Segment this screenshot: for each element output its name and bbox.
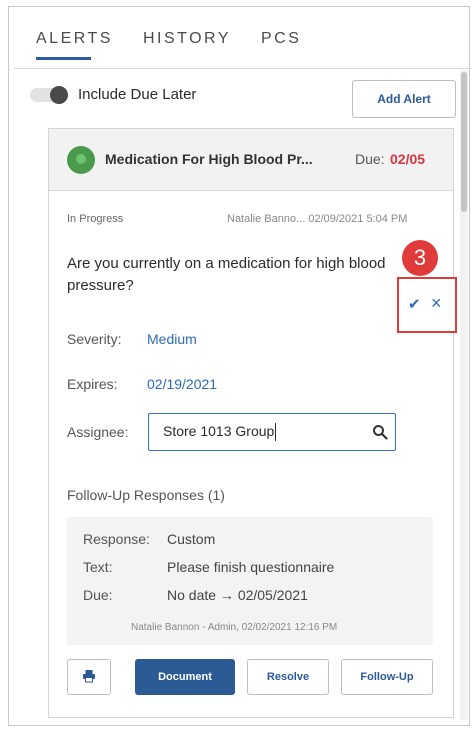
check-icon[interactable]: ✔ [408,295,421,313]
document-button[interactable]: Document [135,659,235,695]
assignee-input-text: Store 1013 Group [163,423,365,442]
tab-pcs[interactable]: PCS [261,30,301,60]
toggle-label: Include Due Later [78,86,197,103]
expires-label: Expires: [67,376,118,392]
due-date: 02/05 [390,151,426,167]
alert-card: Medication For High Blood Pr... Due: 02/… [48,128,454,718]
tab-alerts[interactable]: ALERTS [36,30,113,60]
follow-up-button[interactable]: Follow-Up [341,659,433,695]
severity-label: Severity: [67,331,122,347]
include-due-later-toggle-row: Include Due Later [30,85,197,104]
alert-card-header[interactable]: Medication For High Blood Pr... Due: 02/… [49,129,453,191]
print-button[interactable] [67,659,111,695]
response-value: Custom [167,531,216,547]
alert-author-timestamp: Natalie Banno... 02/09/2021 5:04 PM [227,213,408,225]
scrollbar-thumb[interactable] [461,72,467,212]
alert-status: In Progress [67,213,124,225]
assignee-edit-controls: ✔ × [397,277,457,333]
expires-value[interactable]: 02/19/2021 [147,376,217,392]
print-icon [82,669,96,686]
due-label: Due: [355,151,385,167]
severity-value[interactable]: Medium [147,331,197,347]
response-label: Response: [83,531,150,547]
assignee-label: Assignee: [67,424,129,440]
response-due-label: Due: [83,587,113,603]
step-number-badge: 3 [402,240,438,276]
close-icon[interactable]: × [431,293,442,314]
tab-bar: ALERTS HISTORY PCS [36,30,331,60]
response-author-timestamp: Natalie Bannon - Admin, 02/02/2021 12:16… [131,622,338,633]
text-value: Please finish questionnaire [167,559,335,575]
tab-history[interactable]: HISTORY [143,30,231,60]
assignee-input[interactable]: Store 1013 Group [148,413,396,451]
add-alert-button[interactable]: Add Alert [352,80,456,118]
alert-actions: Document Resolve Follow-Up [67,659,433,697]
text-caret [275,423,277,442]
resolve-button[interactable]: Resolve [247,659,329,695]
followup-response: Response: Custom Text: Please finish que… [67,517,433,645]
text-label: Text: [83,559,113,575]
tabs-divider [14,68,472,69]
include-due-later-toggle[interactable] [30,85,68,104]
search-icon[interactable] [365,424,395,440]
response-due-value: No date → 02/05/2021 [167,587,308,603]
alert-title: Medication For High Blood Pr... [105,151,313,167]
alert-question: Are you currently on a medication for hi… [67,255,386,294]
followup-responses-title: Follow-Up Responses (1) [67,487,225,503]
toggle-knob [50,85,68,104]
status-dot-icon [67,146,95,174]
